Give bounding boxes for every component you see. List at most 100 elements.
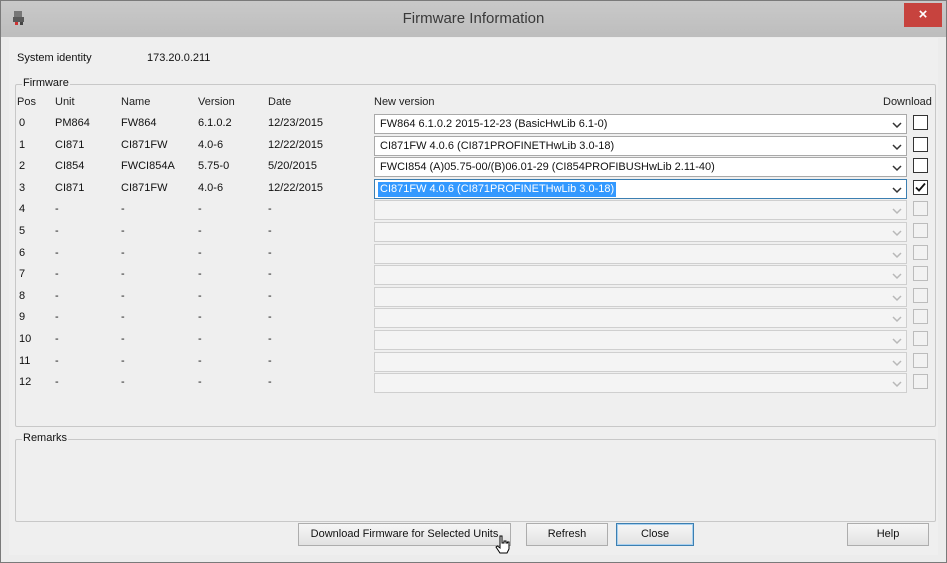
download-checkbox[interactable] bbox=[913, 245, 928, 260]
help-button[interactable]: Help bbox=[847, 523, 929, 546]
refresh-button[interactable]: Refresh bbox=[526, 523, 608, 546]
cell-unit: - bbox=[55, 355, 59, 367]
new-version-select[interactable] bbox=[374, 265, 907, 285]
cell-pos: 11 bbox=[19, 355, 31, 367]
cell-name: - bbox=[121, 203, 125, 215]
cell-pos: 7 bbox=[19, 268, 26, 280]
new-version-value: FW864 6.1.0.2 2015-12-23 (BasicHwLib 6.1… bbox=[380, 118, 608, 130]
table-row: 12 - - - - bbox=[9, 372, 938, 393]
cell-unit: - bbox=[55, 333, 59, 345]
cell-name: FWCI854A bbox=[121, 160, 175, 172]
cell-unit: - bbox=[55, 225, 59, 237]
new-version-select[interactable] bbox=[374, 244, 907, 264]
new-version-select[interactable] bbox=[374, 330, 907, 350]
cell-unit: - bbox=[55, 203, 59, 215]
cell-version: 6.1.0.2 bbox=[198, 117, 232, 129]
cell-version: - bbox=[198, 355, 202, 367]
close-window-button[interactable]: × bbox=[904, 3, 942, 27]
download-checkbox[interactable] bbox=[913, 137, 928, 152]
new-version-value: CI871FW 4.0.6 (CI871PROFINETHwLib 3.0-18… bbox=[378, 182, 617, 197]
header-pos: Pos bbox=[17, 96, 36, 108]
chevron-down-icon bbox=[892, 273, 902, 280]
cell-pos: 4 bbox=[19, 203, 26, 215]
cell-name: - bbox=[121, 268, 125, 280]
table-row: 0 PM864 FW864 6.1.0.2 12/23/2015 FW864 6.1.0.… bbox=[9, 113, 938, 134]
cell-version: 5.75-0 bbox=[198, 160, 230, 172]
cell-version: - bbox=[198, 247, 202, 259]
cell-name: CI871FW bbox=[121, 139, 168, 151]
remarks-group-title: Remarks bbox=[22, 432, 69, 444]
new-version-select[interactable] bbox=[374, 308, 907, 328]
download-checkbox[interactable] bbox=[913, 374, 928, 389]
cell-date: - bbox=[268, 355, 272, 367]
cell-name: - bbox=[121, 225, 125, 237]
download-checkbox[interactable] bbox=[913, 223, 928, 238]
chevron-down-icon bbox=[892, 360, 902, 367]
cell-date: - bbox=[268, 247, 272, 259]
chevron-down-icon bbox=[892, 165, 902, 172]
new-version-select[interactable]: CI871FW 4.0.6 (CI871PROFINETHwLib 3.0-18… bbox=[374, 179, 907, 199]
cell-date: - bbox=[268, 268, 272, 280]
download-checkbox[interactable] bbox=[913, 288, 928, 303]
chevron-down-icon bbox=[892, 144, 902, 151]
table-row: 2 CI854 FWCI854A 5.75-0 5/20/2015 FWCI854 (A)… bbox=[9, 156, 938, 177]
header-version: Version bbox=[198, 96, 235, 108]
chevron-down-icon bbox=[892, 122, 902, 129]
table-row: 11 - - - - bbox=[9, 351, 938, 372]
cell-pos: 12 bbox=[19, 376, 32, 388]
new-version-select[interactable]: FW864 6.1.0.2 2015-12-23 (BasicHwLib 6.1… bbox=[374, 114, 907, 134]
download-checkbox[interactable] bbox=[913, 115, 928, 130]
download-checkbox[interactable] bbox=[913, 266, 928, 281]
cell-version: - bbox=[198, 290, 202, 302]
cell-pos: 0 bbox=[19, 117, 26, 129]
title-bar[interactable]: Firmware Information × bbox=[1, 1, 946, 37]
close-button[interactable]: Close bbox=[616, 523, 694, 546]
new-version-select[interactable] bbox=[374, 352, 907, 372]
download-checkbox[interactable] bbox=[913, 180, 928, 195]
header-unit: Unit bbox=[55, 96, 75, 108]
hand-cursor-icon bbox=[495, 535, 510, 554]
system-identity-value: 173.20.0.211 bbox=[147, 52, 211, 64]
chevron-down-icon bbox=[892, 230, 902, 237]
window-title: Firmware Information bbox=[402, 10, 545, 27]
new-version-select[interactable] bbox=[374, 200, 907, 220]
firmware-information-window: Firmware Information × System identity 1… bbox=[0, 0, 947, 563]
header-download: Download bbox=[883, 96, 932, 108]
table-row: 9 - - - - bbox=[9, 307, 938, 328]
new-version-select[interactable] bbox=[374, 287, 907, 307]
new-version-select[interactable]: CI871FW 4.0.6 (CI871PROFINETHwLib 3.0-18… bbox=[374, 136, 907, 156]
dialog-body: System identity 173.20.0.211 Firmware Po… bbox=[9, 38, 938, 555]
download-firmware-button[interactable]: Download Firmware for Selected Units bbox=[298, 523, 511, 546]
cell-version: - bbox=[198, 333, 202, 345]
new-version-select[interactable] bbox=[374, 222, 907, 242]
download-checkbox[interactable] bbox=[913, 201, 928, 216]
new-version-select[interactable] bbox=[374, 373, 907, 393]
download-checkbox[interactable] bbox=[913, 331, 928, 346]
cell-name: - bbox=[121, 290, 125, 302]
system-identity-label: System identity bbox=[17, 52, 92, 64]
table-row: 4 - - - - bbox=[9, 199, 938, 220]
cell-date: - bbox=[268, 290, 272, 302]
header-date: Date bbox=[268, 96, 292, 108]
cell-name: - bbox=[121, 247, 125, 259]
cell-name: - bbox=[121, 376, 125, 388]
cell-date: - bbox=[268, 376, 272, 388]
cell-version: - bbox=[198, 203, 202, 215]
new-version-select[interactable]: FWCI854 (A)05.75-00/(B)06.01-29 (CI854PR… bbox=[374, 157, 907, 177]
download-checkbox[interactable] bbox=[913, 309, 928, 324]
header-new-version: New version bbox=[374, 96, 435, 108]
cell-date: 5/20/2015 bbox=[268, 160, 317, 172]
chevron-down-icon bbox=[892, 208, 902, 215]
download-checkbox[interactable] bbox=[913, 353, 928, 368]
cell-unit: - bbox=[55, 311, 59, 323]
download-checkbox[interactable] bbox=[913, 158, 928, 173]
cell-name: - bbox=[121, 333, 125, 345]
cell-pos: 2 bbox=[19, 160, 26, 172]
cell-name: CI871FW bbox=[121, 182, 168, 194]
cell-pos: 3 bbox=[19, 182, 26, 194]
table-row: 3 CI871 CI871FW 4.0-6 12/22/2015 CI871FW 4.0.… bbox=[9, 178, 938, 199]
cell-unit: CI871 bbox=[55, 139, 85, 151]
cell-version: 4.0-6 bbox=[198, 139, 224, 151]
cell-date: - bbox=[268, 225, 272, 237]
header-name: Name bbox=[121, 96, 151, 108]
